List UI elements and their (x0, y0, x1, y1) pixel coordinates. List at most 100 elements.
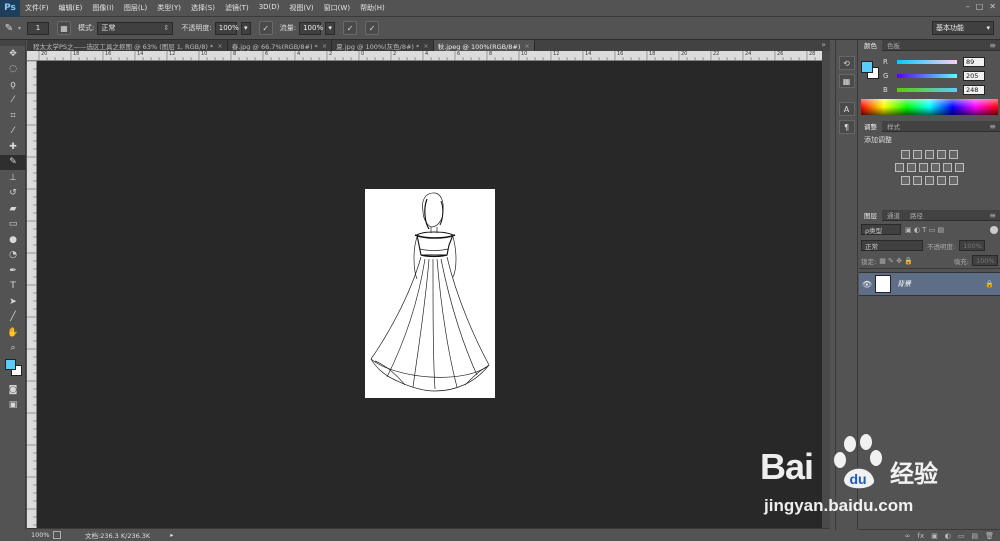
filter-icons[interactable]: ▣ ◐ T ▭ ▤ (905, 226, 944, 234)
zoom-level[interactable]: 100% (31, 531, 53, 539)
b-value[interactable]: 248 (963, 85, 985, 95)
adjustment-layer-icon[interactable]: ◐ (945, 532, 951, 540)
photo-filter-icon[interactable] (931, 163, 940, 172)
gradient-map-icon[interactable] (937, 176, 946, 185)
brush-tool-icon[interactable]: ✎ (0, 154, 26, 170)
layer-opacity-input[interactable]: 100% (959, 240, 986, 251)
fill-input[interactable]: 100% (972, 255, 998, 266)
pressure-opacity-icon[interactable]: ✓ (258, 21, 273, 35)
levels-icon[interactable] (913, 150, 922, 159)
path-select-tool-icon[interactable]: ➤ (0, 294, 26, 310)
move-tool-icon[interactable]: ✥ (0, 46, 26, 62)
layer-name[interactable]: 背景 (897, 279, 911, 289)
pen-tool-icon[interactable]: ✒ (0, 263, 26, 279)
type-tool-icon[interactable]: T (0, 279, 26, 295)
mode-select[interactable]: 正常 ⇕ (97, 21, 174, 35)
tab-color[interactable]: 颜色 (859, 39, 882, 51)
layer-style-icon[interactable]: fx (918, 532, 925, 540)
panel-menu-icon[interactable]: ≡ (989, 211, 996, 220)
filter-toggle-icon[interactable] (990, 225, 998, 234)
slider-b[interactable]: B 248 (877, 83, 985, 97)
color-swatches[interactable] (0, 356, 25, 382)
close-icon[interactable]: × (322, 42, 327, 50)
panel-menu-icon[interactable]: ≡ (989, 122, 996, 131)
menu-item[interactable]: 图像(I) (87, 3, 119, 13)
maximize-button[interactable]: □ (976, 2, 984, 11)
healing-brush-tool-icon[interactable]: ✚ (0, 139, 26, 155)
black-white-icon[interactable] (919, 163, 928, 172)
r-value[interactable]: 89 (963, 57, 985, 67)
flow-dropdown[interactable]: ▾ (325, 21, 336, 35)
foreground-color-swatch[interactable] (861, 61, 873, 73)
new-layer-icon[interactable]: ▤ (971, 532, 978, 540)
tool-preset-chevron-icon[interactable]: ▾ (18, 25, 21, 32)
menu-item[interactable]: 窗口(W) (319, 3, 355, 13)
tab-channels[interactable]: 通道 (882, 210, 905, 221)
selective-color-icon[interactable] (949, 176, 958, 185)
link-layers-icon[interactable]: ∞ (905, 532, 911, 540)
lasso-tool-icon[interactable]: ϙ (0, 77, 26, 93)
tab-swatches[interactable]: 色板 (882, 40, 905, 51)
curves-icon[interactable] (925, 150, 934, 159)
add-mask-icon[interactable]: ▣ (931, 532, 938, 540)
properties-panel-icon[interactable]: ▦ (838, 74, 855, 88)
tab-layers[interactable]: 图层 (859, 209, 882, 221)
zoom-tool-icon[interactable]: ⌕ (0, 341, 26, 357)
close-button[interactable]: ✕ (989, 2, 996, 11)
quick-mask-icon[interactable]: ◙ (0, 382, 26, 398)
invert-icon[interactable] (901, 176, 910, 185)
color-spectrum[interactable] (861, 99, 998, 115)
airbrush-icon[interactable]: ✓ (343, 21, 358, 35)
slider-g[interactable]: G 205 (877, 69, 985, 83)
layer-row-background[interactable]: 👁 背景 🔒 (859, 272, 1000, 296)
g-track[interactable] (897, 74, 957, 78)
panel-menu-icon[interactable]: ≡ (989, 41, 996, 50)
blur-tool-icon[interactable]: ● (0, 232, 26, 248)
hand-tool-icon[interactable]: ✋ (0, 325, 26, 341)
tab-document-2[interactable]: 春.jpg @ 66.7%(RGB/8#) * × (227, 40, 333, 51)
tab-document-4[interactable]: 秋.jpeg @ 100%(RGB/8#) × (433, 40, 535, 51)
tab-document-1[interactable]: 程太太学PS之——选区工具之抠图 @ 63% (图层 1, RGB/8) * × (27, 40, 228, 51)
brush-size-picker[interactable]: 1 (27, 21, 50, 35)
eyedropper-tool-icon[interactable]: ⁄ (0, 124, 26, 140)
screen-mode-icon[interactable]: ▣ (0, 398, 26, 414)
menu-item[interactable]: 文件(F) (20, 3, 54, 13)
r-track[interactable] (897, 60, 957, 64)
posterize-icon[interactable] (913, 176, 922, 185)
color-balance-icon[interactable] (907, 163, 916, 172)
new-group-icon[interactable]: ▭ (958, 532, 965, 540)
menu-item[interactable]: 3D(D) (254, 3, 285, 13)
b-track[interactable] (897, 88, 957, 92)
g-value[interactable]: 205 (963, 71, 985, 81)
opacity-input[interactable]: 100% (214, 21, 239, 35)
flow-input[interactable]: 100% (299, 21, 323, 35)
clone-stamp-tool-icon[interactable]: ⊥ (0, 170, 26, 186)
trash-icon[interactable]: 🗑 (985, 532, 994, 540)
status-menu-arrow-icon[interactable]: ▸ (170, 531, 173, 539)
line-tool-icon[interactable]: ╱ (0, 310, 26, 326)
layer-filter-select[interactable]: ρ类型 (861, 224, 901, 235)
tab-styles[interactable]: 样式 (882, 121, 905, 132)
menu-item[interactable]: 滤镜(T) (220, 3, 254, 13)
threshold-icon[interactable] (925, 176, 934, 185)
color-lookup-icon[interactable] (955, 163, 964, 172)
channel-mixer-icon[interactable] (943, 163, 952, 172)
slider-r[interactable]: R 89 (877, 55, 985, 69)
quick-select-tool-icon[interactable]: ⁄ (0, 93, 26, 109)
menu-item[interactable]: 帮助(H) (355, 3, 390, 13)
brush-tool-icon[interactable]: ✎ (0, 23, 18, 34)
blend-mode-select[interactable]: 正常 (861, 240, 923, 251)
document-image[interactable] (365, 189, 495, 398)
eye-icon[interactable]: 👁 (859, 280, 875, 289)
history-panel-icon[interactable]: ⟲ (838, 56, 855, 70)
close-icon[interactable]: × (524, 42, 529, 50)
vibrance-icon[interactable] (949, 150, 958, 159)
paragraph-panel-icon[interactable]: ¶ (838, 120, 855, 134)
marquee-tool-icon[interactable]: ◌ (0, 62, 26, 78)
character-panel-icon[interactable]: A (838, 102, 855, 116)
menu-item[interactable]: 类型(Y) (152, 3, 186, 13)
brightness-icon[interactable] (901, 150, 910, 159)
status-icon[interactable] (53, 531, 61, 539)
opacity-dropdown[interactable]: ▾ (240, 21, 251, 35)
lock-icons[interactable]: ▦ ✎ ✥ 🔒 (879, 257, 913, 265)
